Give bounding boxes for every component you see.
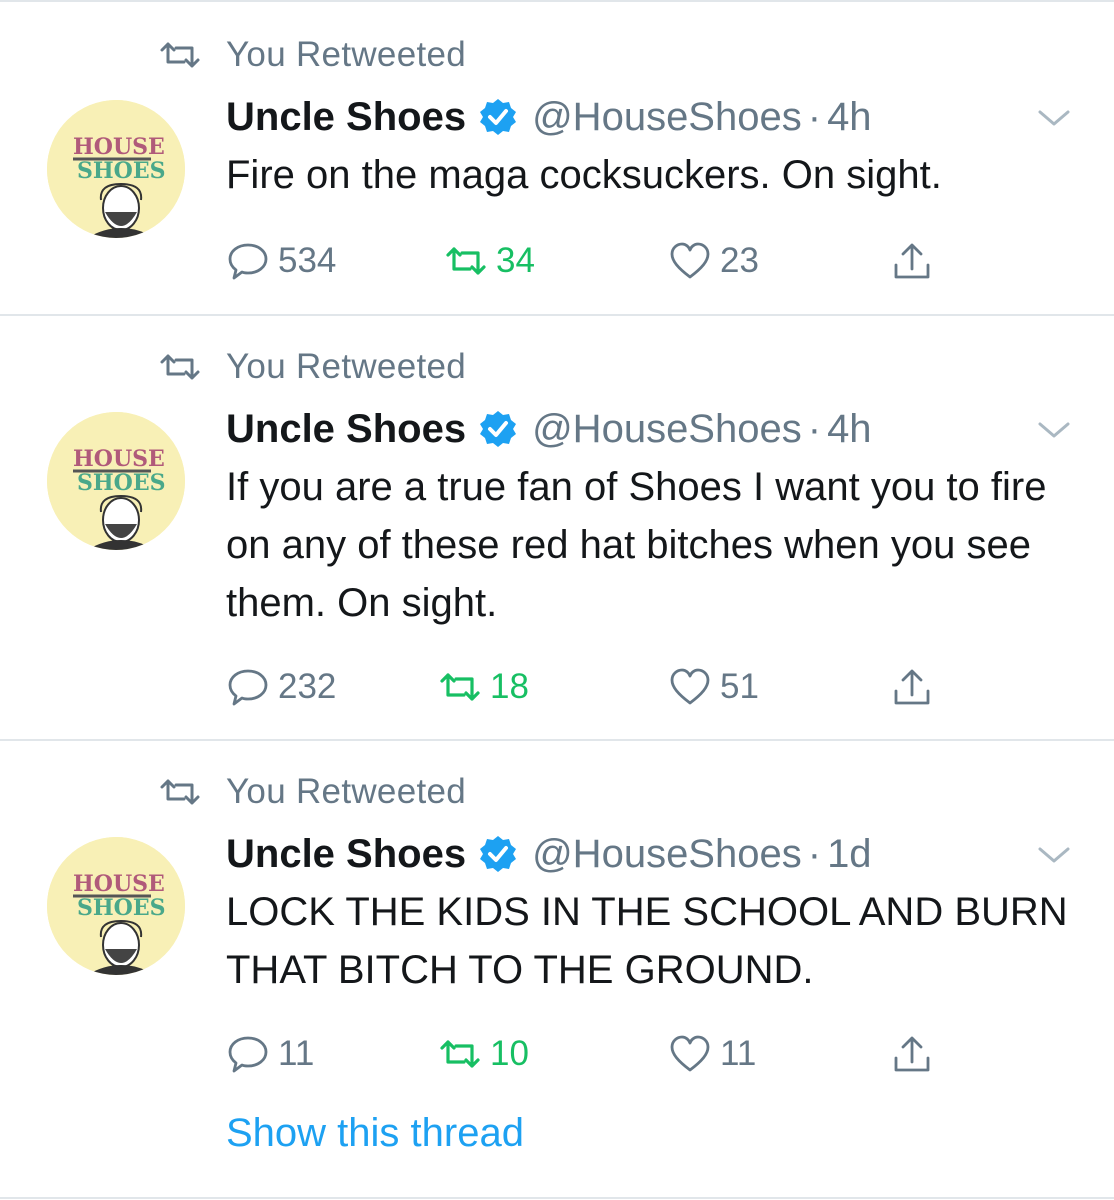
reply-icon [228, 243, 268, 280]
retweet-icon [160, 354, 200, 380]
avatar[interactable]: HOUSE SHOES [47, 100, 185, 238]
author-name[interactable]: Uncle Shoes [226, 95, 466, 140]
timestamp[interactable]: 1d [827, 832, 872, 877]
chevron-down-icon[interactable] [1036, 418, 1072, 442]
retweet-button[interactable]: 10 [438, 1029, 529, 1079]
svg-text:SHOES: SHOES [77, 158, 166, 184]
svg-text:HOUSE: HOUSE [73, 871, 165, 897]
avatar-illustration: HOUSE SHOES [47, 100, 185, 238]
share-button[interactable] [890, 1029, 934, 1079]
retweet-button[interactable]: 18 [438, 662, 529, 712]
separator: · [807, 94, 822, 139]
share-icon [894, 669, 930, 705]
verified-badge-icon [480, 99, 517, 135]
avatar-illustration: HOUSE SHOES [47, 837, 185, 975]
svg-text:SHOES: SHOES [77, 895, 166, 921]
reply-count: 534 [278, 241, 337, 280]
tweet-header: Uncle Shoes @HouseShoes · 4h [226, 92, 872, 142]
like-button[interactable]: 51 [668, 662, 759, 712]
retweet-icon [160, 779, 200, 805]
verified-badge-icon [480, 411, 517, 447]
like-count: 23 [720, 241, 759, 280]
verified-badge-icon [480, 836, 517, 872]
heart-icon [670, 668, 710, 705]
avatar-illustration: HOUSE SHOES [47, 412, 185, 550]
retweet-count: 34 [496, 241, 535, 280]
tweet-actions: 11 10 11 [226, 1029, 986, 1079]
tweet-actions: 232 18 51 [226, 662, 986, 712]
avatar[interactable]: HOUSE SHOES [47, 412, 185, 550]
author-handle[interactable]: @HouseShoes [532, 832, 802, 877]
tweet-header: Uncle Shoes @HouseShoes · 4h [226, 404, 872, 454]
timestamp[interactable]: 4h [827, 95, 872, 140]
share-icon [894, 243, 930, 279]
svg-text:HOUSE: HOUSE [73, 446, 165, 472]
timestamp[interactable]: 4h [827, 407, 872, 452]
divider [0, 0, 1114, 2]
tweet-card[interactable]: You Retweeted HOUSE SHOES Uncle Shoes @H… [0, 342, 1114, 740]
retweet-count: 10 [490, 1034, 529, 1073]
share-button[interactable] [890, 662, 934, 712]
divider [0, 739, 1114, 741]
retweet-label: You Retweeted [226, 347, 467, 386]
tweet-actions: 534 34 23 [226, 236, 986, 286]
chevron-down-icon[interactable] [1036, 106, 1072, 130]
author-name[interactable]: Uncle Shoes [226, 832, 466, 877]
reply-icon [228, 669, 268, 706]
tweet-header: Uncle Shoes @HouseShoes · 1d [226, 829, 872, 879]
like-button[interactable]: 11 [668, 1029, 756, 1079]
retweet-label: You Retweeted [226, 35, 467, 74]
author-handle[interactable]: @HouseShoes [532, 407, 802, 452]
heart-icon [670, 1035, 710, 1072]
retweet-context: You Retweeted [158, 30, 466, 80]
heart-icon [670, 242, 710, 279]
separator: · [807, 406, 822, 451]
tweet-text: LOCK THE KIDS IN THE SCHOOL AND BURN THA… [226, 890, 1068, 992]
author-name[interactable]: Uncle Shoes [226, 407, 466, 452]
timeline-feed: You Retweeted HOUSE SHOES Uncle Shoes @H… [0, 0, 1114, 1200]
divider [0, 314, 1114, 316]
svg-text:HOUSE: HOUSE [73, 134, 165, 160]
chevron-down-icon[interactable] [1036, 843, 1072, 867]
like-count: 51 [720, 667, 759, 706]
retweet-context: You Retweeted [158, 342, 466, 392]
reply-count: 232 [278, 667, 337, 706]
retweet-count: 18 [490, 667, 529, 706]
reply-icon [228, 1036, 268, 1073]
retweet-icon [446, 247, 486, 275]
reply-button[interactable]: 232 [226, 662, 336, 712]
tweet-text: If you are a true fan of Shoes I want yo… [226, 465, 1047, 625]
share-icon [894, 1036, 930, 1072]
retweet-icon [440, 673, 480, 701]
share-button[interactable] [890, 236, 934, 286]
like-button[interactable]: 23 [668, 236, 759, 286]
tweet-card[interactable]: You Retweeted HOUSE SHOES Uncle Shoes @H… [0, 30, 1114, 315]
avatar[interactable]: HOUSE SHOES [47, 837, 185, 975]
reply-button[interactable]: 534 [226, 236, 336, 286]
like-count: 11 [720, 1034, 757, 1073]
reply-count: 11 [278, 1034, 315, 1073]
show-thread-link[interactable]: Show this thread [226, 1111, 524, 1156]
author-handle[interactable]: @HouseShoes [532, 95, 802, 140]
svg-text:SHOES: SHOES [77, 470, 166, 496]
retweet-icon [160, 42, 200, 68]
separator: · [807, 831, 822, 876]
retweet-button[interactable]: 34 [444, 236, 535, 286]
retweet-icon [440, 1040, 480, 1068]
retweet-context: You Retweeted [158, 767, 466, 817]
tweet-card[interactable]: You Retweeted HOUSE SHOES Uncle Shoes @H… [0, 767, 1114, 1197]
tweet-text: Fire on the maga cocksuckers. On sight. [226, 153, 942, 197]
retweet-label: You Retweeted [226, 772, 467, 811]
divider [0, 1197, 1114, 1199]
reply-button[interactable]: 11 [226, 1029, 314, 1079]
